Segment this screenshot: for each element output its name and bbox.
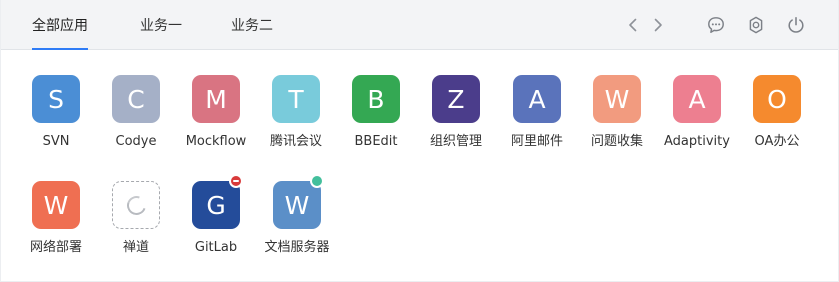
app-ali-mail[interactable]: A 阿里邮件	[497, 75, 577, 159]
top-navigation-bar: 全部应用 业务一 业务二	[1, 0, 838, 50]
app-document-server-label: 文档服务器	[264, 240, 330, 255]
app-mockflow-icon: M	[192, 75, 240, 123]
app-network-deployment[interactable]: W 网络部署	[16, 181, 96, 265]
chevron-left-icon[interactable]	[622, 14, 644, 36]
tab-business-two[interactable]: 业务二	[231, 14, 274, 38]
app-document-server[interactable]: W 文档服务器	[257, 174, 337, 265]
app-bbedit-letter: B	[367, 84, 385, 114]
remove-badge-icon[interactable]	[229, 174, 243, 188]
app-gitlab-letter: G	[206, 190, 226, 220]
app-oa-office[interactable]: O OA办公	[737, 75, 817, 159]
app-codye-label: Codye	[115, 134, 157, 149]
app-grid: S SVN C Codye M Mockflow T 腾讯会议 B BBEdit…	[1, 50, 838, 281]
app-organization-management[interactable]: Z 组织管理	[416, 75, 496, 159]
app-document-server-icon: W	[273, 174, 324, 229]
app-issue-collection-letter: W	[604, 84, 630, 114]
app-oa-office-letter: O	[767, 84, 787, 114]
app-network-deployment-icon: W	[32, 181, 80, 229]
loading-ring-icon	[123, 192, 149, 218]
message-icon[interactable]	[705, 14, 727, 36]
app-mockflow[interactable]: M Mockflow	[176, 75, 256, 159]
tab-all-apps[interactable]: 全部应用	[32, 14, 88, 50]
status-badge-icon	[310, 174, 324, 188]
app-gitlab-icon: G	[192, 174, 243, 229]
tab-all-apps-label: 全部应用	[32, 18, 88, 34]
app-bbedit-label: BBEdit	[354, 134, 398, 149]
app-organization-management-icon: Z	[432, 75, 480, 123]
gear-icon[interactable]	[745, 14, 767, 36]
tab-business-one[interactable]: 业务一	[140, 14, 183, 38]
app-document-server-letter: W	[284, 190, 310, 220]
app-zentao[interactable]: 禅道	[96, 181, 176, 265]
app-oa-office-icon: O	[753, 75, 801, 123]
app-svn-letter: S	[48, 84, 64, 114]
app-oa-office-label: OA办公	[754, 134, 800, 149]
app-adaptivity-label: Adaptivity	[664, 134, 730, 149]
app-organization-management-letter: Z	[447, 84, 465, 114]
app-gitlab[interactable]: G GitLab	[176, 174, 256, 265]
app-ali-mail-label: 阿里邮件	[510, 134, 563, 149]
app-issue-collection-label: 问题收集	[590, 134, 643, 149]
app-tencent-meeting-icon: T	[272, 75, 320, 123]
app-codye[interactable]: C Codye	[96, 75, 176, 159]
app-zentao-label: 禅道	[122, 240, 149, 255]
app-issue-collection-icon: W	[593, 75, 641, 123]
power-icon[interactable]	[785, 14, 807, 36]
app-tencent-meeting[interactable]: T 腾讯会议	[256, 75, 336, 159]
app-svn-label: SVN	[42, 134, 70, 149]
app-mockflow-label: Mockflow	[185, 134, 247, 149]
app-mockflow-letter: M	[205, 84, 227, 114]
app-issue-collection[interactable]: W 问题收集	[577, 75, 657, 159]
app-adaptivity-icon: A	[673, 75, 721, 123]
app-codye-icon: C	[112, 75, 160, 123]
app-codye-letter: C	[127, 84, 145, 114]
app-bbedit[interactable]: B BBEdit	[336, 75, 416, 159]
app-adaptivity[interactable]: A Adaptivity	[657, 75, 737, 159]
app-gitlab-label: GitLab	[194, 240, 238, 255]
app-adaptivity-letter: A	[688, 84, 706, 114]
application-window: 全部应用 业务一 业务二 S SVN C Codye M Mockflow T …	[0, 0, 839, 282]
app-svn-icon: S	[32, 75, 80, 123]
tab-business-one-label: 业务一	[140, 18, 182, 34]
app-tencent-meeting-label: 腾讯会议	[269, 134, 322, 149]
chevron-right-icon[interactable]	[647, 14, 669, 36]
app-ali-mail-icon: A	[513, 75, 561, 123]
app-svn[interactable]: S SVN	[16, 75, 96, 159]
app-ali-mail-letter: A	[528, 84, 546, 114]
app-tencent-meeting-letter: T	[288, 84, 304, 114]
loading-spinner-icon	[112, 181, 160, 229]
tab-business-two-label: 业务二	[231, 18, 273, 34]
app-network-deployment-label: 网络部署	[29, 240, 82, 255]
app-network-deployment-letter: W	[43, 190, 69, 220]
app-organization-management-label: 组织管理	[429, 134, 482, 149]
app-bbedit-icon: B	[352, 75, 400, 123]
